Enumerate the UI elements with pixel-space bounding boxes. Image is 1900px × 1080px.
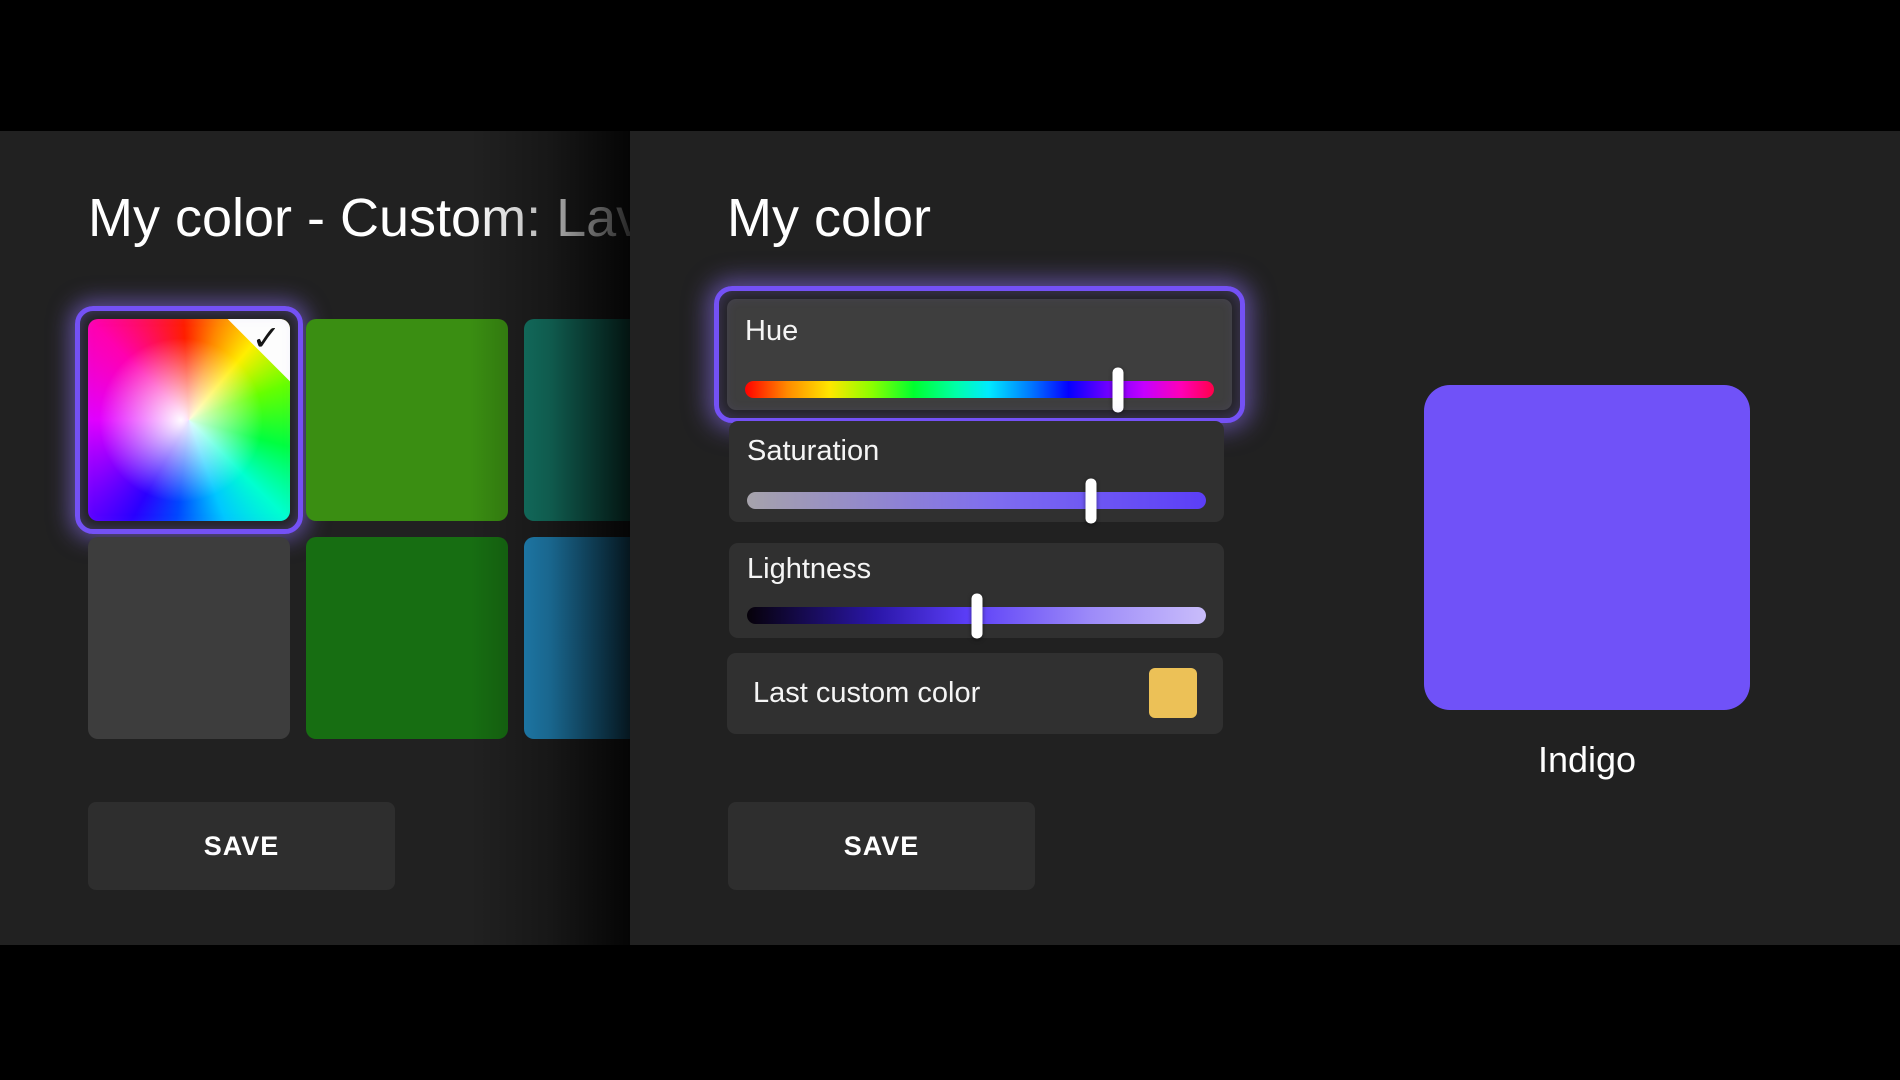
swatch-dark-gray[interactable]: [88, 537, 290, 739]
lightness-slider-track[interactable]: [747, 607, 1206, 624]
swatch-teal[interactable]: [524, 319, 630, 521]
saturation-slider-thumb[interactable]: [1086, 478, 1097, 523]
last-custom-color-card[interactable]: Last custom color: [727, 653, 1223, 734]
bottom-letterbox-bar: [0, 945, 1900, 1080]
swatch-blue[interactable]: [524, 537, 630, 739]
hue-slider-track[interactable]: [745, 381, 1214, 398]
save-button[interactable]: SAVE: [728, 802, 1035, 890]
color-swatch-grid: ✓: [88, 319, 630, 759]
color-preview-tile: [1424, 385, 1750, 710]
right-panel-title: My color: [727, 187, 931, 249]
hue-slider-label: Hue: [745, 315, 798, 348]
lightness-slider-card[interactable]: Lightness: [729, 543, 1224, 638]
last-custom-color-swatch[interactable]: [1149, 668, 1197, 718]
my-color-custom-panel: My color Hue Saturation Lightness Last c…: [630, 131, 1900, 945]
left-panel-title: My color - Custom: Lavender: [88, 187, 630, 249]
hue-slider-card[interactable]: Hue: [727, 299, 1232, 410]
saturation-slider-label: Saturation: [747, 435, 879, 468]
saturation-slider-track[interactable]: [747, 492, 1206, 509]
settings-screen: My color - Custom: Lavender ✓ SAVE My co…: [0, 0, 1900, 1080]
save-button-left[interactable]: SAVE: [88, 802, 395, 890]
hue-slider-thumb[interactable]: [1112, 367, 1123, 412]
check-icon: ✓: [252, 320, 281, 358]
lightness-slider-label: Lightness: [747, 553, 871, 586]
swatch-custom-color-wheel[interactable]: ✓: [88, 319, 290, 521]
my-color-swatch-panel: My color - Custom: Lavender ✓ SAVE: [0, 131, 630, 945]
saturation-slider-card[interactable]: Saturation: [729, 421, 1224, 522]
swatch-dark-green[interactable]: [306, 537, 508, 739]
top-letterbox-bar: [0, 0, 1900, 131]
swatch-green[interactable]: [306, 319, 508, 521]
lightness-slider-thumb[interactable]: [971, 593, 982, 638]
last-custom-color-label: Last custom color: [753, 653, 980, 734]
color-preview-name: Indigo: [1424, 739, 1750, 781]
